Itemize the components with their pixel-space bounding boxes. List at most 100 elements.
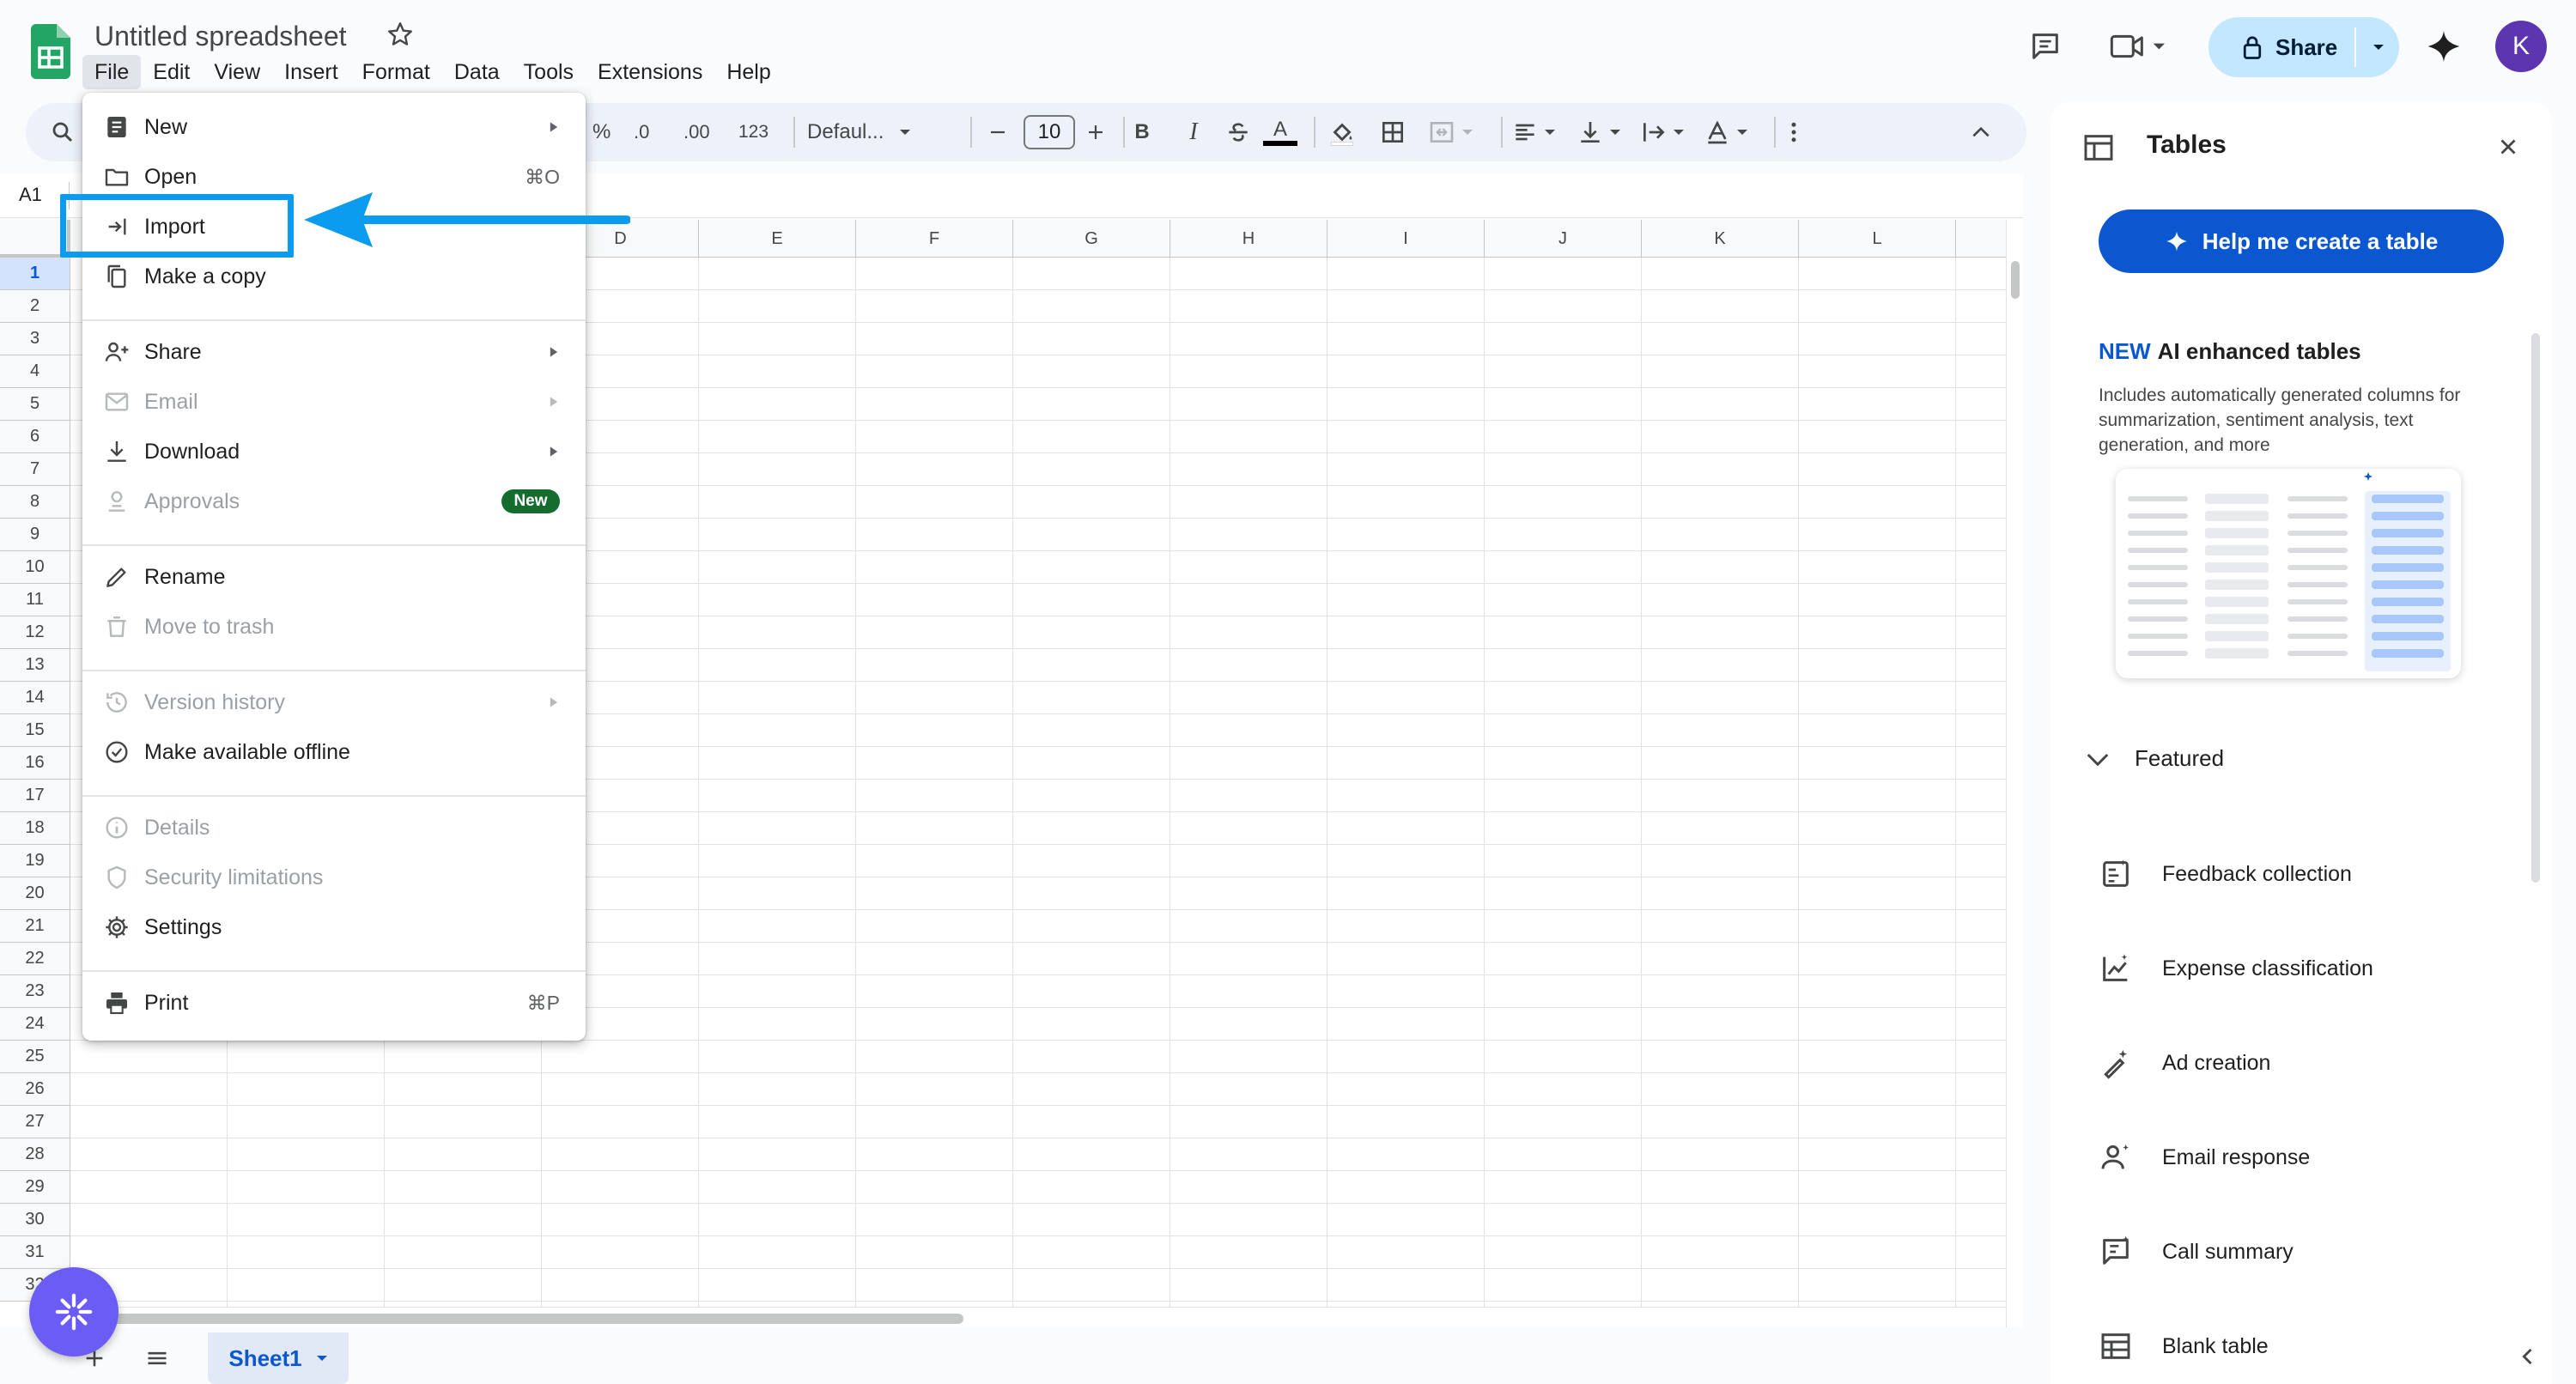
template-blank-table[interactable]: Blank table bbox=[2099, 1322, 2269, 1370]
horizontal-align-icon[interactable] bbox=[1511, 103, 1556, 161]
sheets-logo-icon[interactable] bbox=[31, 24, 70, 79]
menu-extensions[interactable]: Extensions bbox=[586, 55, 714, 89]
row-header[interactable]: 2 bbox=[0, 290, 70, 323]
column-header-e[interactable]: E bbox=[699, 220, 856, 258]
menu-item-print[interactable]: Print ⌘P bbox=[82, 979, 586, 1027]
row-header[interactable]: 3 bbox=[0, 323, 70, 355]
template-email-response[interactable]: Email response bbox=[2099, 1133, 2310, 1181]
column-header-j[interactable]: J bbox=[1485, 220, 1642, 258]
column-header-k[interactable]: K bbox=[1642, 220, 1799, 258]
row-header[interactable]: 24 bbox=[0, 1008, 70, 1041]
ai-table-preview-illustration[interactable] bbox=[2116, 469, 2461, 678]
more-options-icon[interactable] bbox=[1789, 103, 1798, 161]
vertical-scroll-thumb[interactable] bbox=[2011, 261, 2020, 299]
bold-button[interactable]: B bbox=[1121, 103, 1163, 161]
meet-video-icon[interactable] bbox=[2109, 29, 2169, 64]
collapse-panel-chevron-icon[interactable] bbox=[2516, 1345, 2540, 1369]
gemini-sparkle-icon[interactable] bbox=[2425, 27, 2463, 65]
formula-input[interactable] bbox=[592, 173, 2001, 218]
menu-item-rename[interactable]: Rename bbox=[82, 553, 586, 601]
account-avatar[interactable]: K bbox=[2495, 21, 2547, 72]
row-header[interactable]: 22 bbox=[0, 943, 70, 975]
font-family-dropdown[interactable]: Defaul... bbox=[807, 103, 911, 161]
fill-color-icon[interactable] bbox=[1327, 103, 1357, 161]
template-call-summary[interactable]: Call summary bbox=[2099, 1228, 2293, 1276]
menu-item-make-a-copy[interactable]: Make a copy bbox=[82, 252, 586, 300]
vertical-scrollbar[interactable] bbox=[2006, 220, 2023, 1327]
row-header[interactable]: 19 bbox=[0, 845, 70, 877]
row-header[interactable]: 26 bbox=[0, 1073, 70, 1106]
menu-tools[interactable]: Tools bbox=[512, 55, 586, 89]
borders-icon[interactable] bbox=[1379, 103, 1406, 161]
row-header[interactable]: 4 bbox=[0, 355, 70, 388]
row-header[interactable]: 18 bbox=[0, 812, 70, 845]
decrease-decimal-button[interactable]: .0 bbox=[634, 103, 649, 161]
menu-view[interactable]: View bbox=[202, 55, 272, 89]
menu-item-make-available-offline[interactable]: Make available offline bbox=[82, 728, 586, 776]
featured-section-toggle[interactable]: Featured bbox=[2085, 745, 2224, 772]
row-header[interactable]: 8 bbox=[0, 486, 70, 519]
menu-file[interactable]: File bbox=[82, 55, 142, 89]
text-rotation-icon[interactable] bbox=[1704, 103, 1748, 161]
menu-insert[interactable]: Insert bbox=[272, 55, 350, 89]
horizontal-scrollbar[interactable] bbox=[70, 1307, 2006, 1327]
help-me-create-table-button[interactable]: Help me create a table bbox=[2099, 209, 2504, 273]
row-header[interactable]: 31 bbox=[0, 1236, 70, 1269]
increase-font-size-icon[interactable] bbox=[1085, 103, 1106, 161]
vertical-align-icon[interactable] bbox=[1577, 103, 1621, 161]
column-header-l[interactable]: L bbox=[1799, 220, 1956, 258]
panel-scrollbar[interactable] bbox=[2531, 333, 2540, 883]
row-header[interactable]: 9 bbox=[0, 519, 70, 551]
assistant-fab-icon[interactable] bbox=[29, 1267, 118, 1357]
row-header[interactable]: 28 bbox=[0, 1138, 70, 1171]
strikethrough-icon[interactable] bbox=[1224, 103, 1252, 161]
row-header[interactable]: 15 bbox=[0, 714, 70, 747]
row-header[interactable]: 29 bbox=[0, 1171, 70, 1204]
row-header[interactable]: 11 bbox=[0, 584, 70, 616]
column-header-g[interactable]: G bbox=[1013, 220, 1170, 258]
row-header[interactable]: 23 bbox=[0, 975, 70, 1008]
row-header[interactable]: 1 bbox=[0, 258, 70, 290]
row-header[interactable]: 12 bbox=[0, 616, 70, 649]
row-header[interactable]: 5 bbox=[0, 388, 70, 421]
column-header-f[interactable]: F bbox=[856, 220, 1013, 258]
document-title[interactable]: Untitled spreadsheet bbox=[94, 17, 347, 55]
star-icon[interactable] bbox=[385, 19, 416, 50]
menu-format[interactable]: Format bbox=[350, 55, 442, 89]
row-header[interactable]: 30 bbox=[0, 1204, 70, 1236]
share-button[interactable]: Share bbox=[2208, 17, 2354, 77]
row-header[interactable]: 27 bbox=[0, 1106, 70, 1138]
row-header[interactable]: 14 bbox=[0, 682, 70, 714]
menu-data[interactable]: Data bbox=[442, 55, 512, 89]
menus-search-icon[interactable] bbox=[50, 103, 76, 161]
decrease-font-size-icon[interactable] bbox=[987, 103, 1008, 161]
menu-item-share[interactable]: Share bbox=[82, 328, 586, 376]
template-expense-classification[interactable]: Expense classification bbox=[2099, 944, 2373, 992]
collapse-toolbar-icon[interactable] bbox=[1970, 103, 1992, 161]
comments-icon[interactable] bbox=[2028, 29, 2063, 64]
template-feedback-collection[interactable]: Feedback collection bbox=[2099, 850, 2352, 898]
text-color-button[interactable]: A bbox=[1261, 103, 1300, 161]
sheet-tab-active[interactable]: Sheet1 bbox=[208, 1332, 349, 1384]
row-header[interactable]: 13 bbox=[0, 649, 70, 682]
number-format-button[interactable]: 123 bbox=[738, 103, 769, 161]
all-sheets-menu-icon[interactable] bbox=[144, 1346, 170, 1370]
horizontal-scroll-thumb[interactable] bbox=[105, 1314, 963, 1324]
sheet-tab-caret-icon[interactable] bbox=[316, 1354, 328, 1363]
text-wrapping-icon[interactable] bbox=[1640, 103, 1685, 161]
format-percent-button[interactable]: % bbox=[592, 103, 611, 161]
column-header-i[interactable]: I bbox=[1327, 220, 1485, 258]
menu-edit[interactable]: Edit bbox=[141, 55, 202, 89]
row-header[interactable]: 16 bbox=[0, 747, 70, 780]
row-header[interactable]: 20 bbox=[0, 877, 70, 910]
row-header[interactable]: 10 bbox=[0, 551, 70, 584]
font-size-input[interactable]: 10 bbox=[1024, 115, 1075, 149]
menu-help[interactable]: Help bbox=[714, 55, 782, 89]
column-header-h[interactable]: H bbox=[1170, 220, 1327, 258]
increase-decimal-button[interactable]: .00 bbox=[683, 103, 710, 161]
merge-cells-icon[interactable] bbox=[1427, 103, 1473, 161]
menu-item-settings[interactable]: Settings bbox=[82, 903, 586, 951]
name-box[interactable]: A1 bbox=[19, 184, 42, 206]
close-icon[interactable] bbox=[2495, 134, 2521, 160]
template-ad-creation[interactable]: Ad creation bbox=[2099, 1039, 2270, 1087]
